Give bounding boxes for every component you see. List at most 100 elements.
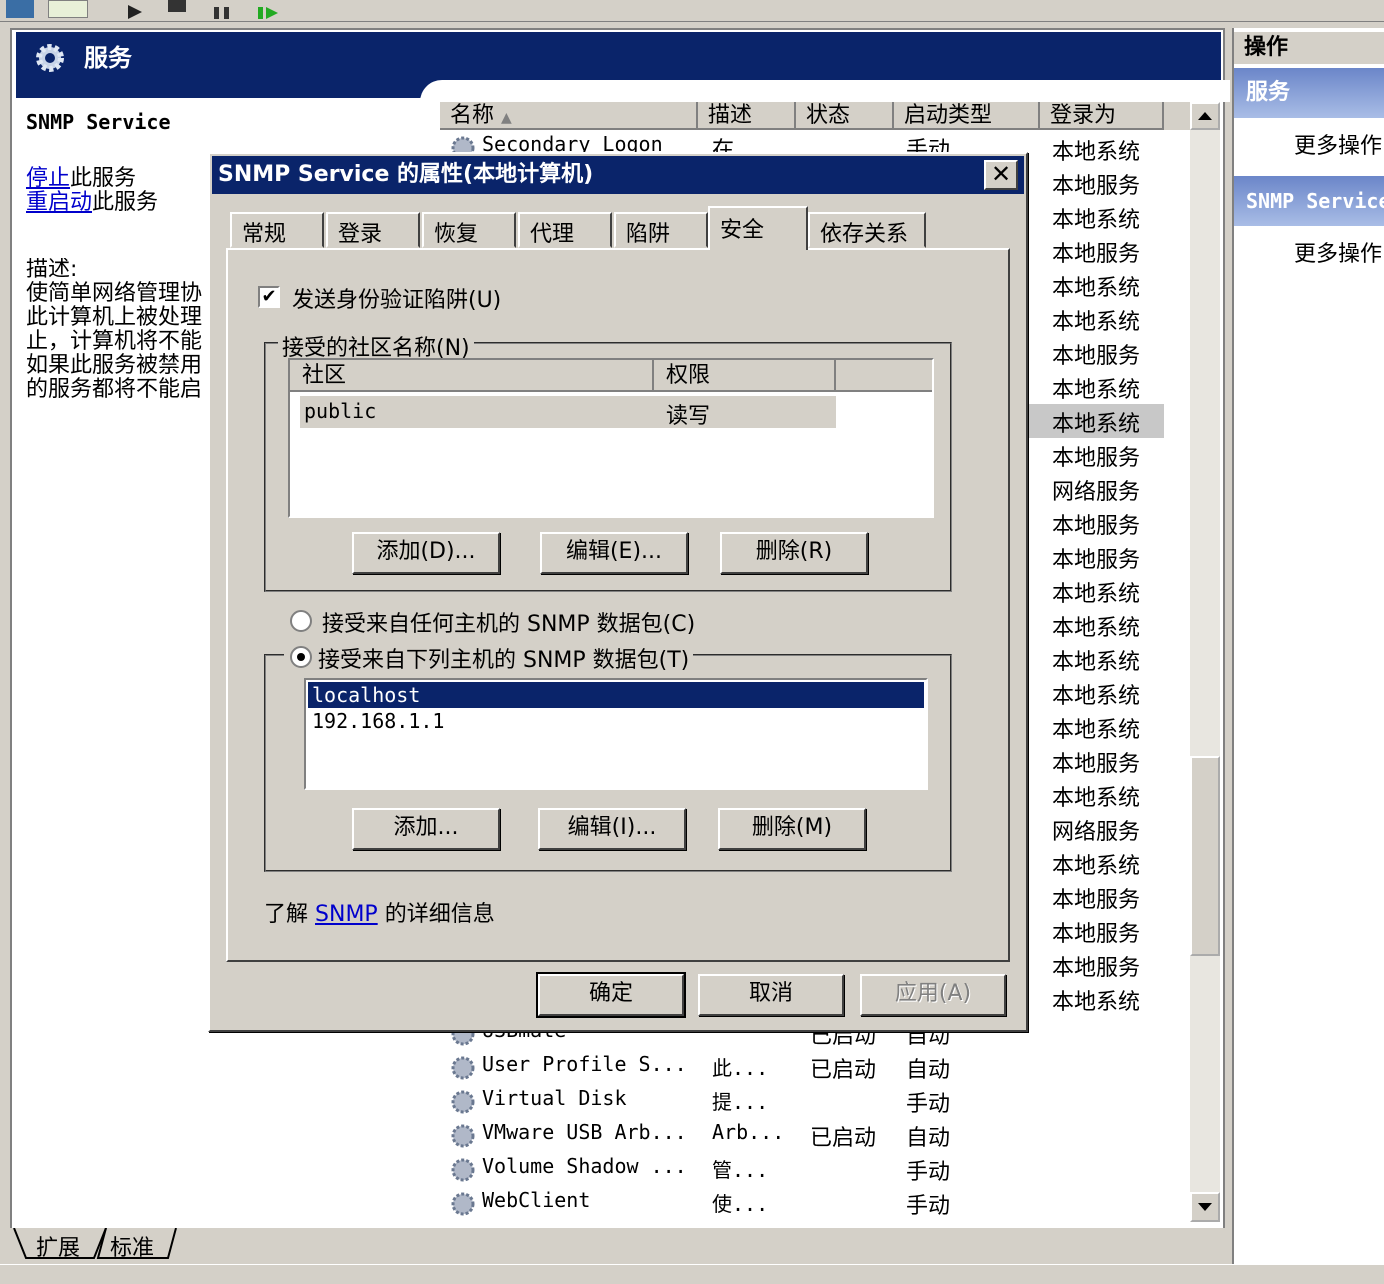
column-status[interactable]: 状态: [796, 102, 894, 130]
play-icon[interactable]: [128, 0, 142, 19]
logon-cell: 本地服务: [1052, 446, 1141, 471]
learn-prefix: 了解: [264, 902, 309, 927]
service-name: Secondary Logon: [482, 132, 663, 154]
help-icon[interactable]: [6, 0, 34, 18]
service-status: 已启动: [810, 1058, 877, 1083]
table-row[interactable]: WebClient 使... 手动: [446, 1186, 1186, 1220]
tab-recovery[interactable]: 恢复: [422, 212, 516, 248]
service-icon: [448, 1088, 478, 1116]
ok-button[interactable]: 确定: [536, 972, 686, 1018]
service-icon: [448, 134, 478, 154]
learn-suffix: 的详细信息: [384, 902, 495, 927]
scroll-up-button[interactable]: [1190, 102, 1220, 130]
scrollbar-thumb[interactable]: [1190, 756, 1220, 956]
service-name: WebClient: [482, 1188, 591, 1212]
logon-cell: 本地系统: [1052, 310, 1141, 335]
close-button[interactable]: ✕: [984, 160, 1018, 190]
toolbar: [0, 0, 1384, 22]
table-row[interactable]: User Profile S... 此... 已启动 自动: [446, 1050, 1186, 1084]
apply-button[interactable]: 应用(A): [860, 974, 1006, 1016]
service-desc: Arb...: [712, 1120, 785, 1144]
service-desc: 管...: [712, 1158, 769, 1182]
table-row[interactable]: Virtual Disk 提... 手动: [446, 1084, 1186, 1118]
more-actions-snmp[interactable]: 更多操作: [1294, 236, 1382, 268]
desc-line: 的服务都将不能启: [26, 377, 203, 402]
logon-cell: 本地服务: [1052, 752, 1141, 777]
accept-any-host-label: 接受来自任何主机的 SNMP 数据包(C): [322, 612, 696, 637]
table-row[interactable]: public 读写: [300, 396, 836, 429]
logon-cell: 本地系统: [1052, 412, 1141, 437]
tab-standard[interactable]: 标准: [102, 1228, 162, 1262]
column-description[interactable]: 描述: [698, 102, 796, 130]
tab-extended[interactable]: 扩展: [28, 1228, 88, 1262]
send-auth-trap-checkbox[interactable]: ✔: [258, 286, 280, 308]
accept-list-host-radio[interactable]: [290, 646, 312, 668]
actions-section-services[interactable]: 服务: [1234, 68, 1384, 118]
tab-dependencies[interactable]: 依存关系: [808, 212, 926, 248]
tab-traps[interactable]: 陷阱: [614, 212, 708, 248]
remove-host-button[interactable]: 删除(M): [718, 808, 866, 850]
actions-title: 操作: [1234, 32, 1384, 64]
header-curve: [420, 80, 1230, 102]
table-row[interactable]: VMware USB Arb... Arb... 已启动 自动: [446, 1118, 1186, 1152]
desc-line: 此计算机上被处理: [26, 305, 203, 330]
logon-cell: 本地系统: [1052, 276, 1141, 301]
edit-community-button[interactable]: 编辑(E)...: [540, 532, 688, 574]
actions-section-snmp[interactable]: SNMP Service: [1234, 176, 1384, 226]
send-auth-trap-label: 发送身份验证陷阱(U): [292, 288, 502, 313]
stop-icon[interactable]: [168, 0, 186, 12]
restart-service-link-row: 重启动此服务: [26, 184, 158, 216]
selected-service-name: SNMP Service: [26, 110, 171, 134]
scroll-down-button[interactable]: [1190, 1192, 1220, 1222]
snmp-help-link[interactable]: SNMP: [315, 902, 378, 927]
gear-icon: [32, 40, 68, 76]
logon-cell: 本地系统: [1052, 140, 1141, 165]
restart-icon[interactable]: [258, 0, 280, 19]
status-bar: [0, 1264, 1384, 1284]
cancel-button[interactable]: 取消: [698, 974, 844, 1016]
service-startup: 手动: [906, 1092, 951, 1117]
column-filler: [836, 360, 932, 392]
column-rights[interactable]: 权限: [654, 360, 836, 392]
column-logon-as[interactable]: 登录为: [1040, 102, 1164, 130]
vertical-scrollbar[interactable]: [1190, 130, 1220, 1192]
list-item[interactable]: 192.168.1.1: [308, 708, 924, 734]
table-row[interactable]: Volume Shadow ... 管... 手动: [446, 1152, 1186, 1186]
column-name[interactable]: 名称 ▲: [440, 102, 698, 130]
pause-icon[interactable]: [214, 0, 230, 19]
list-item[interactable]: localhost: [308, 682, 924, 708]
logon-cell: 本地服务: [1052, 344, 1141, 369]
tab-logon[interactable]: 登录: [326, 212, 420, 248]
tab-general[interactable]: 常规: [230, 212, 324, 248]
community-list[interactable]: 社区 权限 public 读写: [288, 358, 934, 518]
column-startup-type[interactable]: 启动类型: [894, 102, 1040, 130]
logon-cell: 本地系统: [1052, 208, 1141, 233]
column-community[interactable]: 社区: [290, 360, 654, 392]
restart-service-link[interactable]: 重启动: [26, 190, 92, 215]
edit-host-button[interactable]: 编辑(I)...: [538, 808, 686, 850]
add-host-button[interactable]: 添加...: [352, 808, 500, 850]
tab-agent[interactable]: 代理: [518, 212, 612, 248]
service-name: Virtual Disk: [482, 1086, 627, 1110]
service-startup: 手动: [906, 1160, 951, 1185]
restart-suffix: 此服务: [92, 190, 159, 215]
add-community-button[interactable]: 添加(D)...: [352, 532, 500, 574]
desc-line: 使简单网络管理协: [26, 281, 203, 306]
more-actions-services[interactable]: 更多操作: [1294, 128, 1382, 160]
logon-cell: 本地系统: [1052, 854, 1141, 879]
logon-cell: 本地服务: [1052, 242, 1141, 267]
view-tabs: 扩展 标准: [10, 1228, 1225, 1264]
service-name: User Profile S...: [482, 1052, 687, 1076]
tab-security[interactable]: 安全: [708, 206, 808, 250]
hosts-list[interactable]: localhost 192.168.1.1: [304, 678, 928, 790]
accept-list-label-row: 接受来自下列主机的 SNMP 数据包(T): [284, 642, 694, 673]
service-desc: 提...: [712, 1090, 769, 1114]
accept-any-host-radio[interactable]: [290, 610, 312, 632]
console-icon[interactable]: [48, 0, 88, 18]
sort-asc-icon: ▲: [501, 110, 512, 126]
logon-cell: 网络服务: [1052, 480, 1141, 505]
accept-list-host-label: 接受来自下列主机的 SNMP 数据包(T): [318, 648, 690, 673]
logon-cell: 本地系统: [1052, 616, 1141, 641]
remove-community-button[interactable]: 删除(R): [720, 532, 868, 574]
community-rights: 读写: [666, 404, 711, 429]
